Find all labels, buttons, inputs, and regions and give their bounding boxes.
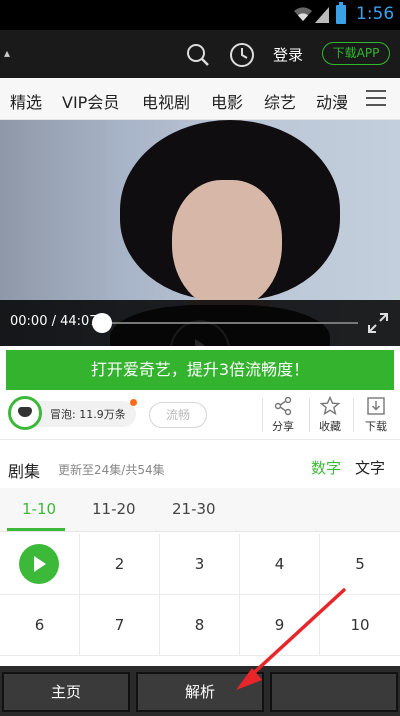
- tab-variety[interactable]: 综艺: [264, 89, 296, 113]
- avatar[interactable]: [8, 396, 42, 430]
- episode-cell[interactable]: 8: [160, 595, 240, 656]
- battery-icon: [336, 2, 346, 24]
- episode-cell[interactable]: 4: [240, 534, 320, 595]
- parse-button[interactable]: 解析: [136, 672, 264, 712]
- comment-count: 冒泡: 11.9万条: [50, 408, 126, 421]
- download-app-button[interactable]: 下载APP: [322, 42, 390, 65]
- view-mode-text[interactable]: 文字: [355, 457, 385, 478]
- episode-1-playing[interactable]: [0, 534, 80, 595]
- download-icon: [367, 397, 385, 415]
- tab-tv-series[interactable]: 电视剧: [142, 89, 190, 113]
- range-tab-1-10[interactable]: 1-10: [22, 500, 56, 518]
- episode-grid: 2 3 4 5 6 7 8 9 10: [0, 534, 400, 666]
- now-playing-icon: [19, 544, 59, 584]
- active-range-indicator: [7, 528, 65, 531]
- tab-featured[interactable]: 精选: [10, 89, 42, 113]
- share-button[interactable]: 分享: [263, 396, 303, 434]
- episode-cell[interactable]: 5: [320, 534, 400, 595]
- download-label: 下载: [365, 420, 387, 433]
- signal-icon: [315, 7, 329, 23]
- video-player[interactable]: 00:00 / 44:07: [0, 120, 400, 346]
- episode-cell[interactable]: 9: [240, 595, 320, 656]
- info-row: 冒泡: 11.9万条 流畅 分享 收藏 下载: [0, 392, 400, 440]
- category-tabs: 精选 VIP会员 电视剧 电影 综艺 动漫: [0, 78, 400, 120]
- range-tab-11-20[interactable]: 11-20: [92, 500, 136, 518]
- episode-cell[interactable]: 10: [320, 595, 400, 656]
- progress-bar[interactable]: [100, 322, 358, 324]
- tab-vip[interactable]: VIP会员: [62, 89, 119, 113]
- share-label: 分享: [272, 420, 294, 433]
- episode-cell[interactable]: 6: [0, 595, 80, 656]
- range-tab-21-30[interactable]: 21-30: [172, 500, 216, 518]
- download-button[interactable]: 下载: [356, 396, 396, 434]
- history-icon[interactable]: [229, 42, 255, 68]
- player-controls: 00:00 / 44:07: [0, 300, 400, 346]
- empty-button[interactable]: [270, 672, 398, 712]
- tab-anime[interactable]: 动漫: [316, 89, 348, 113]
- quality-button[interactable]: 流畅: [149, 402, 207, 428]
- favorite-button[interactable]: 收藏: [310, 396, 350, 434]
- wifi-icon: [294, 7, 312, 21]
- episodes-header: 剧集 更新至24集/共54集 数字 文字: [0, 446, 400, 488]
- menu-icon[interactable]: [366, 90, 388, 108]
- favorite-label: 收藏: [319, 420, 341, 433]
- episode-cell[interactable]: 2: [80, 534, 160, 595]
- tab-movies[interactable]: 电影: [211, 89, 243, 113]
- star-icon: [320, 396, 340, 416]
- progress-thumb[interactable]: [92, 313, 112, 333]
- fullscreen-icon[interactable]: [366, 311, 390, 335]
- share-icon: [274, 396, 292, 416]
- episode-range-tabs: 1-10 11-20 21-30: [0, 488, 400, 532]
- back-icon[interactable]: ▴: [4, 46, 10, 60]
- episodes-title: 剧集: [8, 462, 41, 481]
- episodes-update-status: 更新至24集/共54集: [58, 463, 165, 477]
- open-app-banner[interactable]: 打开爱奇艺，提升3倍流畅度！: [6, 350, 394, 390]
- status-bar: 1:56: [0, 0, 400, 30]
- search-icon[interactable]: [186, 43, 210, 67]
- episode-cell[interactable]: 3: [160, 534, 240, 595]
- clock: 1:56: [356, 4, 395, 24]
- episode-cell[interactable]: 7: [80, 595, 160, 656]
- home-button[interactable]: 主页: [2, 672, 130, 712]
- top-header: ▴ 登录 下载APP: [0, 30, 400, 78]
- bottom-bar: 主页 解析: [0, 666, 400, 716]
- playback-time: 00:00 / 44:07: [10, 314, 98, 329]
- view-mode-number[interactable]: 数字: [311, 457, 341, 478]
- login-link[interactable]: 登录: [273, 44, 303, 65]
- notification-dot: [130, 399, 137, 406]
